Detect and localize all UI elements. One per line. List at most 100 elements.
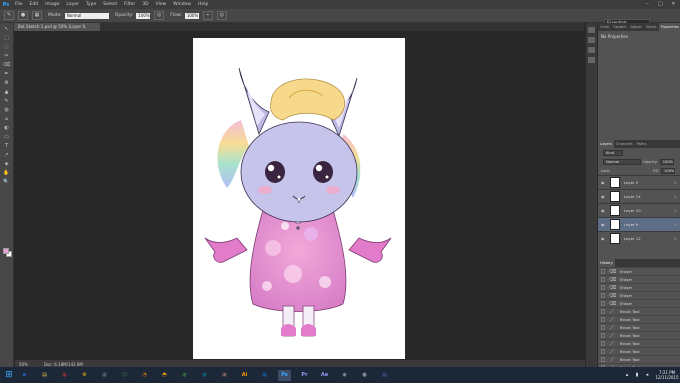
menu-item-help[interactable]: Help — [198, 2, 208, 7]
taskbar-app-icon[interactable]: Ae — [318, 370, 331, 381]
minimize-button[interactable]: – — [641, 0, 654, 9]
tab-paths[interactable]: Paths — [635, 140, 649, 148]
taskbar-app-icon[interactable]: ▣ — [218, 370, 231, 381]
taskbar-app-icon[interactable]: Pr — [298, 370, 311, 381]
character-panel-icon[interactable] — [588, 57, 595, 63]
layer-row[interactable]: ◉ Layer 12 ⊙ — [598, 231, 680, 245]
taskbar-app-icon[interactable]: ▤ — [378, 370, 391, 381]
tool-icon[interactable]: ⚙ — [3, 80, 11, 86]
history-state[interactable]: ⌫ Eraser — [598, 283, 680, 291]
history-state[interactable]: ⟋ Brush Tool — [598, 307, 680, 315]
menu-item-view[interactable]: View — [156, 2, 167, 7]
history-state[interactable]: ⌫ Eraser — [598, 299, 680, 307]
tool-icon[interactable]: ✒ — [3, 71, 11, 77]
menu-item-filter[interactable]: Filter — [124, 2, 135, 7]
visibility-eye-icon[interactable]: ◉ — [601, 194, 606, 199]
visibility-eye-icon[interactable]: ◉ — [601, 222, 606, 227]
tool-icon[interactable]: ✋ — [3, 170, 11, 176]
taskbar-app-icon[interactable]: ◍ — [58, 370, 71, 381]
brush-size-icon[interactable]: ● — [18, 11, 28, 20]
visibility-eye-icon[interactable]: ◉ — [601, 236, 606, 241]
history-snapshot-box[interactable] — [601, 357, 605, 362]
zoom-level[interactable]: 50% — [19, 362, 28, 367]
history-snapshot-box[interactable] — [601, 285, 605, 290]
history-snapshot-box[interactable] — [601, 293, 605, 298]
document-canvas[interactable] — [193, 38, 405, 359]
history-snapshot-box[interactable] — [601, 277, 605, 282]
flow-field[interactable]: 100% — [184, 12, 199, 19]
menu-item-layer[interactable]: Layer — [66, 2, 79, 7]
layer-opacity-field[interactable]: 100% — [659, 158, 674, 165]
taskbar-app-icon[interactable]: Ps — [278, 369, 291, 381]
taskbar-app-icon[interactable]: ◓ — [158, 370, 171, 381]
fill-field[interactable]: 100% — [661, 167, 675, 174]
tab-history[interactable]: History — [598, 259, 615, 267]
layer-row[interactable]: ◉ Layer 10 ⊙ — [598, 203, 680, 217]
color-swatches[interactable] — [3, 248, 13, 258]
layer-row[interactable]: ◉ Layer 9 ⊙ — [598, 217, 680, 231]
history-state[interactable]: ⟋ Brush Tool — [598, 347, 680, 355]
taskbar-app-icon[interactable]: ⚙ — [78, 370, 91, 381]
visibility-eye-icon[interactable]: ◉ — [601, 180, 606, 185]
visibility-eye-icon[interactable]: ◉ — [601, 208, 606, 213]
tab-swatch[interactable]: Swatch — [611, 23, 628, 31]
volume-icon[interactable]: ◂ — [644, 372, 650, 378]
menu-item-select[interactable]: Select — [103, 2, 117, 7]
tool-icon[interactable]: ◍ — [3, 107, 11, 113]
taskbar-app-icon[interactable]: ⬡ — [118, 370, 131, 381]
tool-icon[interactable]: T — [3, 143, 11, 149]
taskbar-app-icon[interactable]: e — [18, 370, 31, 381]
canvas-area[interactable] — [15, 31, 585, 360]
tab-properties[interactable]: Properties — [658, 23, 680, 31]
history-snapshot-box[interactable] — [601, 341, 605, 346]
brush-panel-icon[interactable]: ▦ — [32, 11, 42, 20]
tool-icon[interactable]: ⬚ — [3, 35, 11, 41]
document-tab[interactable]: Bat Sketch 1.psd @ 50% (Layer 9, RGB/8) — [14, 23, 100, 37]
clock[interactable]: 7:21 PM 12/11/2015 — [654, 370, 680, 380]
tab-channels[interactable]: Channels — [614, 140, 635, 148]
history-state[interactable]: ⌫ Eraser — [598, 275, 680, 283]
layer-row[interactable]: ◉ Layer 5 ⊙ — [598, 175, 680, 189]
taskbar-app-icon[interactable]: Ai — [238, 370, 251, 381]
tool-icon[interactable]: ↗ — [3, 152, 11, 158]
maximize-button[interactable]: □ — [654, 0, 667, 9]
history-snapshot-box[interactable] — [601, 349, 605, 354]
actions-panel-icon[interactable] — [588, 37, 595, 43]
airbrush-icon[interactable]: ⌁ — [202, 11, 213, 20]
taskbar-app-icon[interactable]: ◔ — [138, 370, 151, 381]
windows-start-icon[interactable]: ⊞ — [0, 367, 18, 383]
history-state[interactable]: ⌫ Eraser — [598, 267, 680, 275]
tool-icon[interactable]: ⌫ — [3, 62, 11, 68]
menu-item-image[interactable]: Image — [45, 2, 59, 7]
history-state[interactable]: ⟋ Brush Tool — [598, 323, 680, 331]
kind-filter-dropdown[interactable]: Kind — [603, 149, 623, 156]
taskbar-app-icon[interactable]: ◍ — [198, 370, 211, 381]
history-state[interactable]: ⟋ Brush Tool — [598, 331, 680, 339]
tab-layers[interactable]: Layers — [598, 140, 614, 148]
pressure-size-icon[interactable]: ◎ — [216, 11, 227, 20]
tool-icon[interactable]: 🔍 — [3, 179, 11, 185]
brush-preset-icon[interactable]: ✎ — [4, 11, 14, 20]
history-panel-icon[interactable] — [588, 27, 595, 33]
tray-up-arrow-icon[interactable]: ▴ — [624, 372, 630, 378]
taskbar-app-icon[interactable]: ◍ — [178, 370, 191, 381]
history-state[interactable]: ⌫ Eraser — [598, 291, 680, 299]
history-snapshot-box[interactable] — [601, 301, 605, 306]
network-icon[interactable]: ▮ — [634, 372, 640, 378]
tool-icon[interactable]: ✎ — [3, 98, 11, 104]
taskbar-app-icon[interactable]: ▦ — [258, 370, 271, 381]
tool-icon[interactable]: ◐ — [3, 125, 11, 131]
pressure-opacity-icon[interactable]: ◎ — [154, 11, 165, 20]
opacity-field[interactable]: 100% — [136, 12, 151, 19]
menu-item-type[interactable]: Type — [86, 2, 96, 7]
history-snapshot-box[interactable] — [601, 269, 605, 274]
menu-item-3d[interactable]: 3D — [142, 2, 148, 7]
menu-item-file[interactable]: File — [15, 2, 23, 7]
close-button[interactable]: ✕ — [667, 0, 680, 9]
history-snapshot-box[interactable] — [601, 325, 605, 330]
tool-icon[interactable]: ◌ — [3, 44, 11, 50]
taskbar-app-icon[interactable]: ▦ — [98, 370, 111, 381]
tab-adjust[interactable]: Adjust — [628, 23, 643, 31]
blend-mode-dropdown[interactable]: Normal — [603, 158, 641, 165]
history-snapshot-box[interactable] — [601, 333, 605, 338]
